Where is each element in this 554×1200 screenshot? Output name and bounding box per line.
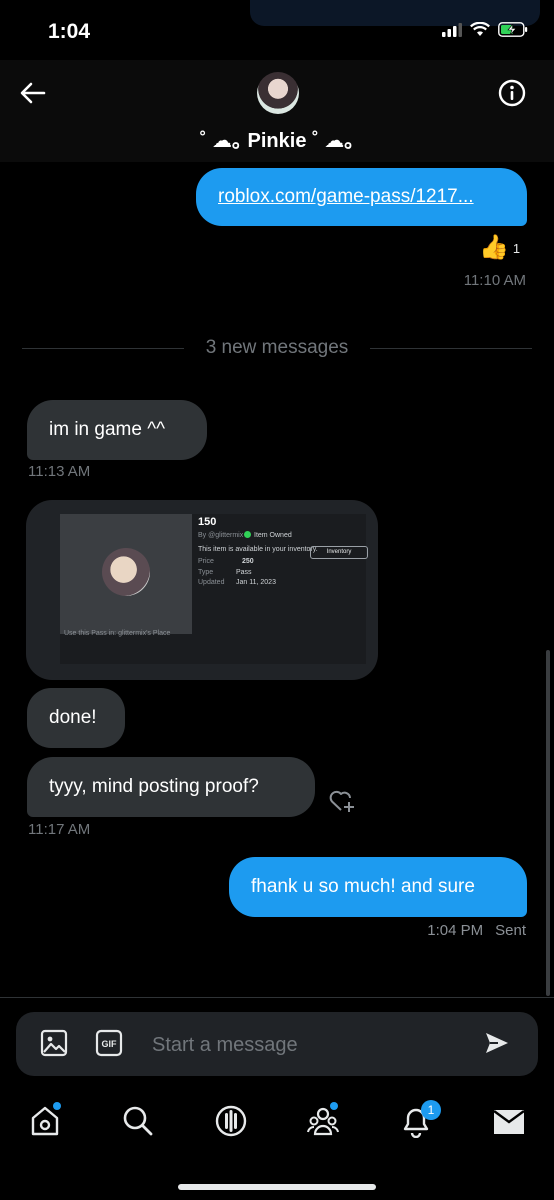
availability-text: This item is available in your inventory…: [198, 546, 318, 553]
screenshot-preview: Use this Pass in: glittermix's Place 150…: [60, 514, 368, 664]
gif-icon[interactable]: GIF: [95, 1029, 123, 1057]
notifications-badge: 1: [421, 1100, 441, 1120]
place-text: Use this Pass in: glittermix's Place: [64, 630, 171, 637]
add-reaction-heart-icon[interactable]: [328, 788, 358, 814]
home-badge-dot: [53, 1102, 61, 1110]
status-time: 1:04: [48, 20, 91, 43]
scrollbar[interactable]: [546, 650, 550, 996]
price-label: Price: [198, 558, 214, 565]
spaces-icon[interactable]: [214, 1104, 248, 1138]
back-arrow-icon[interactable]: [18, 78, 48, 108]
message-timestamp: 11:17 AM: [28, 821, 91, 838]
updated-value: Jan 11, 2023: [236, 579, 276, 586]
pass-creator: By @glittermix: [198, 532, 244, 539]
info-icon[interactable]: [498, 79, 526, 107]
owned-check-icon: [244, 531, 251, 538]
message-meta: 1:04 PM Sent: [427, 922, 526, 939]
message-link[interactable]: roblox.com/game-pass/1217...: [218, 186, 474, 208]
send-icon[interactable]: [484, 1031, 510, 1055]
inventory-button: Inventory: [310, 546, 368, 559]
new-messages-divider: 3 new messages: [205, 337, 349, 358]
message-text: done!: [49, 707, 97, 728]
pass-thumbnail: [102, 548, 150, 596]
updated-label: Updated: [198, 579, 225, 586]
outgoing-link-message[interactable]: roblox.com/game-pass/1217...: [196, 168, 527, 226]
battery-icon: [498, 22, 528, 37]
message-status: Sent: [495, 922, 526, 939]
conversation-name[interactable]: ˚ ☁︎｡ Pinkie ˚ ☁︎｡: [0, 124, 554, 153]
messages-envelope-icon[interactable]: [492, 1106, 526, 1140]
image-attachment[interactable]: Use this Pass in: glittermix's Place 150…: [26, 500, 378, 680]
incoming-message[interactable]: tyyy, mind posting proof?: [27, 757, 315, 817]
type-value: Pass: [236, 569, 252, 576]
svg-text:GIF: GIF: [102, 1039, 118, 1049]
message-timestamp: 11:10 AM: [463, 272, 526, 289]
divider-line-right: [370, 348, 532, 349]
composer-separator: [0, 997, 554, 998]
signal-icon: [442, 22, 462, 37]
message-timestamp: 11:13 AM: [28, 463, 91, 480]
status-icons: [442, 22, 528, 37]
message-text: im in game ^^: [49, 419, 166, 440]
search-icon[interactable]: [121, 1104, 155, 1138]
message-input[interactable]: [150, 1024, 464, 1066]
reaction[interactable]: 👍 1: [479, 234, 520, 262]
pass-title: 150: [198, 516, 217, 528]
pass-image-area: Use this Pass in: glittermix's Place: [60, 514, 192, 637]
incoming-message[interactable]: im in game ^^: [27, 400, 207, 460]
price-value: 250: [242, 558, 254, 565]
item-owned-label: Item Owned: [254, 532, 292, 539]
thumbs-up-icon: 👍: [479, 234, 509, 261]
type-label: Type: [198, 569, 214, 576]
divider-line-left: [22, 348, 184, 349]
message-text: tyyy, mind posting proof?: [49, 776, 259, 797]
message-text: fhank u so much! and sure: [251, 876, 475, 897]
outgoing-message[interactable]: fhank u so much! and sure: [229, 857, 527, 917]
reaction-count: 1: [512, 240, 521, 256]
incoming-message[interactable]: done!: [27, 688, 125, 748]
communities-badge-dot: [330, 1102, 338, 1110]
avatar[interactable]: [257, 72, 299, 114]
image-icon[interactable]: [40, 1029, 68, 1057]
home-indicator: [178, 1184, 376, 1190]
wifi-icon: [470, 22, 490, 36]
message-timestamp: 1:04 PM: [427, 922, 484, 939]
